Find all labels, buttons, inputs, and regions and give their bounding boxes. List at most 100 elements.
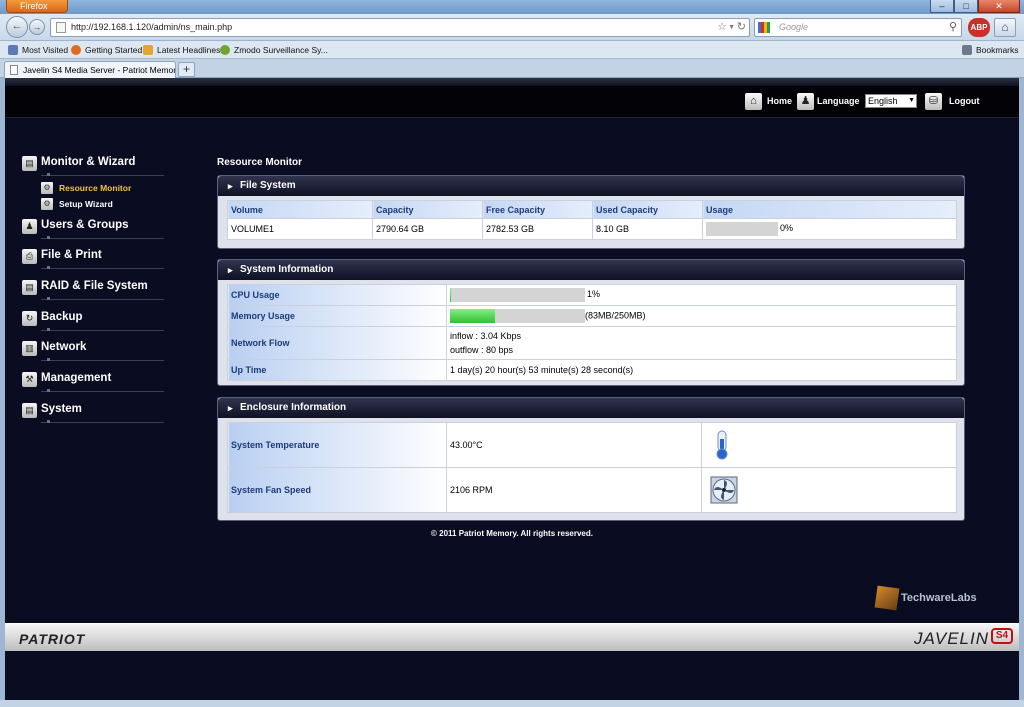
new-tab-button[interactable]: + <box>178 62 195 77</box>
url-text: http://192.168.1.120/admin/ns_main.php <box>71 22 233 32</box>
sidebar-item-network[interactable]: ▥ Network <box>19 339 169 370</box>
menu-divider <box>41 327 164 331</box>
techwarelabs-watermark: TechwareLabs <box>874 585 977 611</box>
top-navigation: ⌂ Home ♟ Language English ▼ ⛁ Logout <box>5 86 1019 118</box>
search-magnifier-icon[interactable]: ⚲ <box>949 19 957 36</box>
minimize-button[interactable]: – <box>930 0 954 13</box>
fan-icon-cell <box>701 467 957 513</box>
file-system-panel: File System Volume Capacity Free Capacit… <box>217 175 965 249</box>
memory-usage-text: (83MB/250MB) <box>585 310 646 321</box>
page-title: Resource Monitor <box>217 157 303 168</box>
cpu-usage-cell: 1% <box>446 284 957 306</box>
temperature-value: 43.00°C <box>446 422 702 468</box>
s4-badge: S4 <box>991 628 1013 644</box>
column-header: Capacity <box>372 200 483 219</box>
uptime-value: 1 day(s) 20 hour(s) 53 minute(s) 28 seco… <box>446 359 957 381</box>
bookmark-getting-started[interactable]: Getting Started <box>71 41 142 59</box>
back-button[interactable]: ← <box>6 16 28 38</box>
used-capacity-cell: 8.10 GB <box>592 218 703 240</box>
bookmarks-menu-button[interactable]: Bookmarks <box>962 41 1019 59</box>
enclosure-information-heading[interactable]: Enclosure Information <box>218 398 964 418</box>
menu-divider <box>41 266 164 270</box>
cpu-usage-text: 1% <box>587 289 601 300</box>
memory-usage-bar-fill <box>450 309 495 323</box>
table-row: Up Time 1 day(s) 20 hour(s) 53 minute(s)… <box>227 359 957 381</box>
usage-bar <box>706 222 778 236</box>
file-system-table: Volume Capacity Free Capacity Used Capac… <box>227 200 957 240</box>
lock-icon[interactable]: ⛁ <box>925 93 942 110</box>
temperature-icon-cell <box>701 422 957 468</box>
sidebar-item-raid-file-system[interactable]: ▤ RAID & File System <box>19 278 169 309</box>
zmodo-icon <box>220 45 230 55</box>
fan-speed-label: System Fan Speed <box>227 467 447 513</box>
google-icon <box>758 22 770 33</box>
submenu: ⚙ Resource Monitor ⚙ Setup Wizard <box>19 181 169 217</box>
firefox-menu-button[interactable]: Firefox <box>6 0 68 13</box>
table-row: Network Flow inflow : 3.04 Kbps outflow … <box>227 326 957 360</box>
tab-javelin[interactable]: Javelin S4 Media Server - Patriot Memory <box>4 61 176 78</box>
sidebar-item-backup[interactable]: ↻ Backup <box>19 309 169 340</box>
language-select[interactable]: English ▼ <box>865 94 917 108</box>
address-bar[interactable]: http://192.168.1.120/admin/ns_main.php ☆… <box>50 18 750 37</box>
history-dropdown-icon[interactable]: ▼ <box>728 19 735 36</box>
resource-monitor-icon: ⚙ <box>41 181 53 194</box>
home-icon[interactable]: ⌂ <box>745 93 762 110</box>
monitor-icon: ▤ <box>22 156 37 171</box>
menu-divider <box>41 297 164 301</box>
sidebar-subitem-setup-wizard[interactable]: ⚙ Setup Wizard <box>19 197 169 213</box>
sidebar-subitem-resource-monitor[interactable]: ⚙ Resource Monitor <box>19 181 169 197</box>
brand-footer-bar: PATRIOT JAVELIN S4 <box>5 623 1019 651</box>
menu-divider <box>41 389 164 393</box>
cpu-usage-bar <box>450 288 585 302</box>
sidebar-item-management[interactable]: ⚒ Management <box>19 370 169 401</box>
column-header: Volume <box>227 200 373 219</box>
home-link[interactable]: Home <box>767 96 792 106</box>
sidebar-item-file-print[interactable]: ⎙ File & Print <box>19 247 169 278</box>
language-label: Language <box>817 96 860 106</box>
system-information-heading[interactable]: System Information <box>218 260 964 280</box>
table-row: Memory Usage (83MB/250MB) <box>227 305 957 327</box>
usage-text: 0% <box>780 223 794 234</box>
fan-speed-value: 2106 RPM <box>446 467 702 513</box>
bookmark-zmodo[interactable]: Zmodo Surveillance Sy... <box>220 41 328 59</box>
firefox-icon <box>71 45 81 55</box>
reload-icon[interactable]: ↻ <box>737 19 746 36</box>
top-strip <box>5 78 1019 86</box>
bookmark-latest-headlines[interactable]: Latest Headlines <box>143 41 220 59</box>
column-header: Used Capacity <box>592 200 703 219</box>
users-icon: ♟ <box>22 218 37 234</box>
sidebar-item-system[interactable]: ▤ System <box>19 401 169 432</box>
plus-icon: + <box>182 62 190 76</box>
bookmarks-folder-icon <box>8 45 18 55</box>
setup-wizard-icon: ⚙ <box>41 197 53 210</box>
file-system-heading[interactable]: File System <box>218 176 964 196</box>
chevron-down-icon: ▼ <box>908 97 915 104</box>
volume-cell: VOLUME1 <box>227 218 373 240</box>
sidebar-item-users-groups[interactable]: ♟ Users & Groups <box>19 217 169 248</box>
bookmark-most-visited[interactable]: Most Visited <box>8 41 68 59</box>
maximize-button[interactable]: □ <box>954 0 978 13</box>
logout-link[interactable]: Logout <box>949 96 980 106</box>
window-frame-right <box>1019 78 1024 700</box>
sidebar: ▤ Monitor & Wizard ⚙ Resource Monitor ⚙ … <box>19 154 169 432</box>
cpu-usage-label: CPU Usage <box>227 284 447 306</box>
table-row: System Temperature 43.00°C <box>227 422 957 468</box>
menu-divider <box>41 235 164 239</box>
browser-home-button[interactable]: ⌂ <box>994 18 1016 37</box>
management-icon: ⚒ <box>22 372 37 388</box>
adblock-button[interactable]: ABP <box>968 18 990 37</box>
title-bar: Firefox – □ ✕ <box>0 0 1024 14</box>
bookmark-star-icon[interactable]: ☆ <box>717 19 727 36</box>
free-capacity-cell: 2782.53 GB <box>482 218 593 240</box>
navigation-toolbar: ← → http://192.168.1.120/admin/ns_main.p… <box>0 14 1024 41</box>
enclosure-information-table: System Temperature 43.00°C System Fan Sp… <box>227 422 957 513</box>
bookmarks-toolbar: Most Visited Getting Started Latest Head… <box>0 41 1024 59</box>
menu-divider <box>41 419 164 423</box>
tab-favicon-icon <box>10 65 18 75</box>
forward-button[interactable]: → <box>29 19 45 35</box>
system-icon: ▤ <box>22 402 37 418</box>
close-button[interactable]: ✕ <box>978 0 1020 13</box>
uptime-label: Up Time <box>227 359 447 381</box>
cpu-usage-bar-fill <box>450 288 452 302</box>
search-box[interactable]: Google ⚲ <box>754 18 962 37</box>
